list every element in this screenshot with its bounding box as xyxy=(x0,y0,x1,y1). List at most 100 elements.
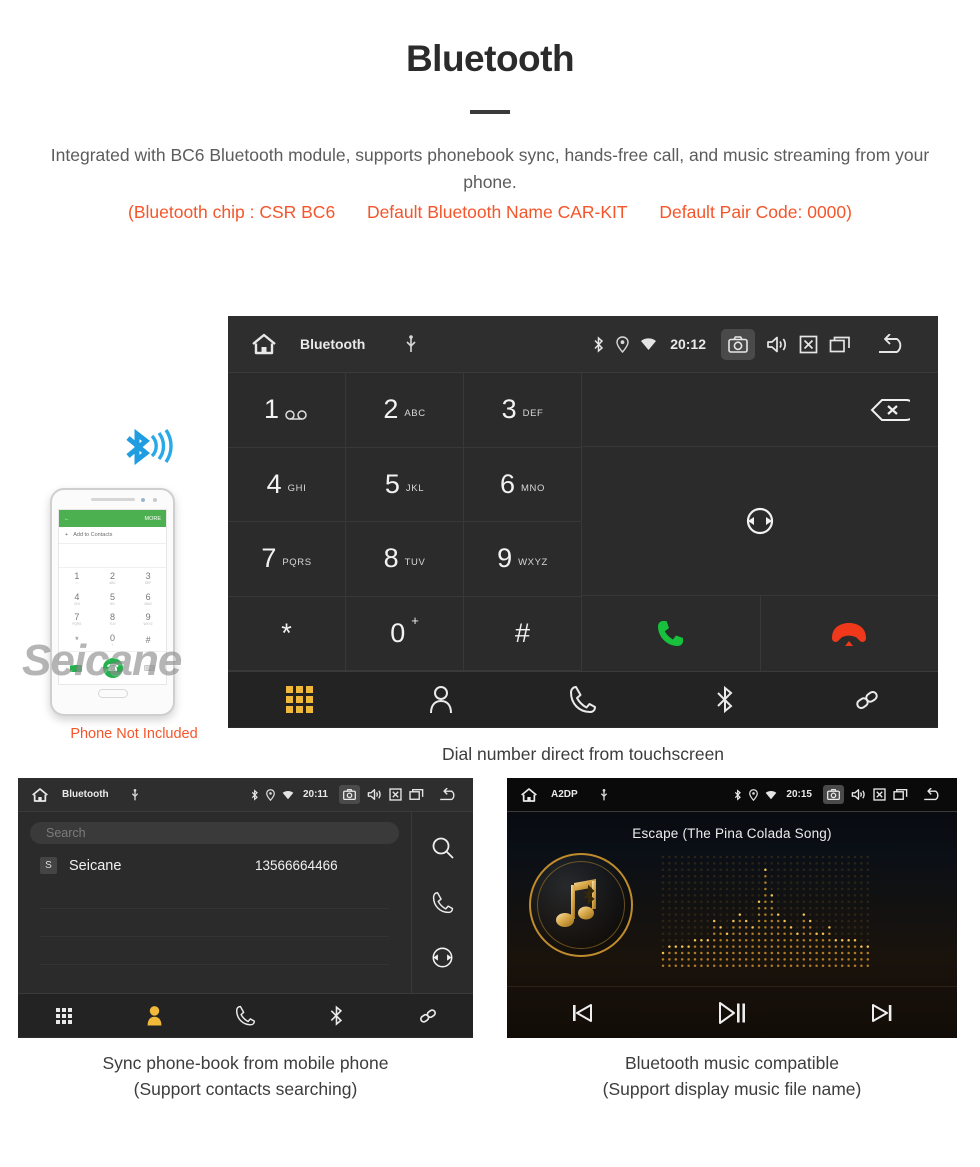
link-icon xyxy=(417,1005,439,1027)
dialpad-icon xyxy=(285,686,313,713)
navbar-dialpad[interactable] xyxy=(228,686,370,713)
phone-add-contacts-row: + Add to Contacts xyxy=(59,527,166,544)
navbar-link[interactable] xyxy=(382,1005,473,1027)
bluetooth-icon xyxy=(715,685,735,715)
phone-key: 2 ABC xyxy=(109,570,116,585)
bluetooth-icon xyxy=(251,788,259,801)
recents-icon[interactable] xyxy=(893,788,908,801)
next-button[interactable] xyxy=(807,1002,957,1024)
voicemail-icon xyxy=(285,400,309,420)
dialpad-key-9[interactable]: 9 WXYZ xyxy=(464,522,582,597)
close-box-icon[interactable] xyxy=(389,788,402,801)
navbar-bluetooth[interactable] xyxy=(654,685,796,715)
play-pause-button[interactable] xyxy=(657,1001,807,1025)
number-display-row xyxy=(582,373,938,447)
keypad-hide-icon: ⌨ xyxy=(143,663,156,673)
sync-icon xyxy=(745,506,775,536)
home-icon[interactable] xyxy=(18,787,62,803)
close-box-icon[interactable] xyxy=(873,788,886,801)
call-button[interactable] xyxy=(582,596,761,671)
home-icon[interactable] xyxy=(228,332,300,356)
bottom-navbar xyxy=(18,993,473,1037)
dialpad-key-8[interactable]: 8 TUV xyxy=(346,522,464,597)
contacts-icon xyxy=(145,1005,164,1027)
sync-button[interactable] xyxy=(582,447,938,596)
dialpad-key-4[interactable]: 4 GHI xyxy=(228,447,346,522)
close-box-icon[interactable] xyxy=(799,335,818,354)
dialpad-key-0[interactable]: 0 + xyxy=(346,596,464,671)
phone-call-button: ☎ xyxy=(102,658,123,678)
album-art xyxy=(529,853,633,957)
recents-icon[interactable] xyxy=(829,335,851,354)
volume-icon[interactable] xyxy=(367,788,382,801)
dialer-body: 1 2 ABC 3 DEF 4 GHI 5 JKL 6 MNO 7 PQRS 8 TUV 9W… xyxy=(228,373,938,671)
navbar-bluetooth[interactable] xyxy=(291,1004,382,1027)
camera-icon[interactable] xyxy=(823,785,844,804)
search-input[interactable]: Search xyxy=(30,822,399,844)
wifi-icon xyxy=(765,790,777,800)
phone-add-contacts-label: Add to Contacts xyxy=(73,532,113,538)
navbar-link[interactable] xyxy=(796,685,938,715)
sync-icon[interactable] xyxy=(431,946,454,969)
navbar-call-log[interactable] xyxy=(512,685,654,715)
location-icon xyxy=(749,788,759,801)
previous-button[interactable] xyxy=(507,1002,657,1024)
phone-key: 3 DEF xyxy=(144,570,152,585)
usb-icon xyxy=(131,788,139,801)
backspace-icon[interactable] xyxy=(870,398,910,422)
navbar-dialpad[interactable] xyxy=(18,1007,109,1024)
phone-actions: ☎ ⌨ xyxy=(59,651,166,684)
back-icon[interactable] xyxy=(431,787,459,802)
camera-icon[interactable] xyxy=(721,328,755,360)
recents-icon[interactable] xyxy=(409,788,424,801)
contact-name: Seicane xyxy=(69,857,122,874)
bluetooth-icon xyxy=(329,1004,344,1027)
call-icon xyxy=(655,618,687,650)
contact-list: Search S Seicane 13566664466 xyxy=(18,812,411,993)
status-bar-icons: 20:15 xyxy=(734,785,957,804)
status-bar-title: A2DP xyxy=(551,789,578,800)
phone-back-icon: ← xyxy=(64,515,70,522)
call-icon[interactable] xyxy=(432,891,454,915)
dialpad-key-hash[interactable]: # xyxy=(464,596,582,671)
contact-initial: S xyxy=(40,857,57,874)
navbar-call-log[interactable] xyxy=(200,1005,291,1027)
phone-key: 6 MNO xyxy=(144,591,152,606)
back-icon[interactable] xyxy=(862,334,908,354)
head-unit-music-screen: A2DP 20:15 Escape (The Pina Colada Song) xyxy=(507,778,957,1038)
spec-bt-name: Default Bluetooth Name CAR-KIT xyxy=(366,202,628,222)
navbar-contacts[interactable] xyxy=(109,1005,200,1027)
music-caption-line2: (Support display music file name) xyxy=(602,1079,862,1099)
spec-line: (Bluetooth chip : CSR BC6 Default Blueto… xyxy=(0,202,980,223)
dialpad-key-star[interactable]: * xyxy=(228,596,346,671)
back-icon[interactable] xyxy=(915,787,943,802)
song-title: Escape (The Pina Colada Song) xyxy=(632,826,832,841)
play-pause-icon xyxy=(717,1001,747,1025)
link-icon xyxy=(852,685,882,715)
phonebook-body: Search S Seicane 13566664466 xyxy=(18,812,473,993)
status-bar: A2DP 20:15 xyxy=(507,778,957,812)
dialpad-key-3[interactable]: 3 DEF xyxy=(464,373,582,448)
contacts-icon xyxy=(428,685,454,715)
dialpad-key-2[interactable]: 2 ABC xyxy=(346,373,464,448)
dialpad-key-5[interactable]: 5 JKL xyxy=(346,447,464,522)
status-bar-icons: 20:12 xyxy=(593,328,938,360)
dialpad-key-7[interactable]: 7 PQRS xyxy=(228,522,346,597)
phone-key: 4 GHI xyxy=(73,591,80,606)
navbar-contacts[interactable] xyxy=(370,685,512,715)
dialpad-key-6[interactable]: 6 MNO xyxy=(464,447,582,522)
home-icon[interactable] xyxy=(507,787,551,803)
volume-icon[interactable] xyxy=(851,788,866,801)
phone-app-bar: ← MORE xyxy=(59,510,166,527)
phone-key: 1 ☆ xyxy=(74,570,80,585)
phone-dialpad: 1 ☆ 2 ABC 3 DEF 4 GHI 5 JKL 6 MNO 7 PQRS 8 TUV 9… xyxy=(59,568,166,651)
camera-icon[interactable] xyxy=(339,785,360,804)
dialpad-key-1[interactable]: 1 xyxy=(228,373,346,448)
hangup-button[interactable] xyxy=(761,596,939,671)
phone-home-button xyxy=(97,689,128,698)
phonebook-caption-line2: (Support contacts searching) xyxy=(133,1079,358,1099)
contact-row[interactable]: S Seicane 13566664466 xyxy=(30,850,399,881)
search-icon[interactable] xyxy=(431,836,455,860)
volume-icon[interactable] xyxy=(766,335,788,354)
phone-sensor xyxy=(141,498,145,502)
